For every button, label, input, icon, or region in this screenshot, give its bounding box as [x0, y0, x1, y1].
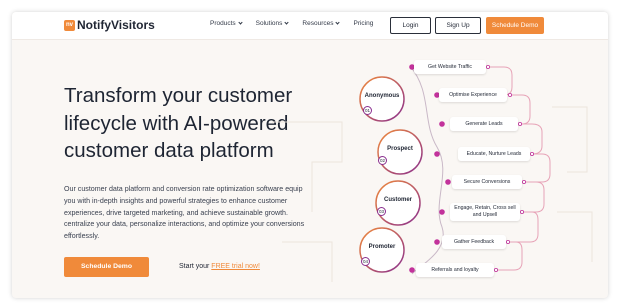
step-get-website-traffic: Get Website Traffic	[414, 60, 486, 74]
nav-pricing-label: Pricing	[353, 20, 374, 27]
chevron-down-icon	[335, 20, 341, 25]
chevron-down-icon	[238, 20, 243, 25]
step-engage-retain: Engage, Retain, Cross sell and Upsell	[450, 203, 520, 221]
step-gather-feedback: Gather Feedback	[442, 235, 506, 249]
hero-title: Transform your customer lifecycle with A…	[64, 84, 293, 162]
free-trial-link[interactable]: FREE trial now!	[211, 263, 260, 270]
hero-description: Our customer data platform and conversio…	[64, 185, 305, 241]
stage-customer-number: 03	[377, 207, 386, 216]
logo-icon: nv	[64, 19, 75, 31]
nav-solutions-label: Solutions	[255, 20, 283, 27]
stage-promoter-number: 04	[361, 257, 370, 266]
login-button[interactable]: Login	[390, 17, 431, 34]
schedule-demo-button[interactable]: Schedule Demo	[64, 257, 149, 277]
stage-customer: Customer	[383, 197, 412, 203]
step-referrals-loyalty: Referrals and loyalty	[416, 263, 494, 277]
step-optimise-experience: Optimise Experience	[439, 88, 507, 102]
chevron-down-icon	[284, 20, 290, 25]
top-navbar: nv NotifyVisitors Products Solutions Res…	[12, 12, 608, 40]
stage-prospect-number: 02	[378, 156, 387, 165]
main-nav: Products Solutions Resources Pricing	[210, 20, 373, 27]
logo[interactable]: nv NotifyVisitors	[64, 18, 155, 32]
nav-pricing[interactable]: Pricing	[353, 20, 373, 27]
nav-resources-label: Resources	[302, 20, 334, 27]
nav-resources[interactable]: Resources	[302, 20, 341, 27]
step-secure-conversions: Secure Conversions	[452, 175, 522, 189]
schedule-demo-header-button[interactable]: Schedule Demo	[486, 17, 544, 34]
nav-products-label: Products	[210, 20, 236, 27]
signup-button[interactable]: Sign Up	[435, 17, 481, 34]
page-frame: nv NotifyVisitors Products Solutions Res…	[12, 12, 608, 298]
stage-anonymous: Anonymous	[364, 93, 400, 99]
step-educate-nurture-leads: Educate, Nurture Leads	[458, 147, 530, 161]
logo-text: NotifyVisitors	[77, 18, 155, 32]
stage-prospect: Prospect	[387, 146, 413, 152]
stage-promoter: Promoter	[368, 244, 396, 250]
nav-solutions[interactable]: Solutions	[255, 20, 290, 27]
step-generate-leads: Generate Leads	[450, 117, 518, 131]
free-trial-text: Start your FREE trial now!	[179, 263, 260, 270]
nav-products[interactable]: Products	[210, 20, 243, 27]
stage-anonymous-number: 01	[363, 106, 372, 115]
free-trial-prefix: Start your	[179, 263, 212, 270]
